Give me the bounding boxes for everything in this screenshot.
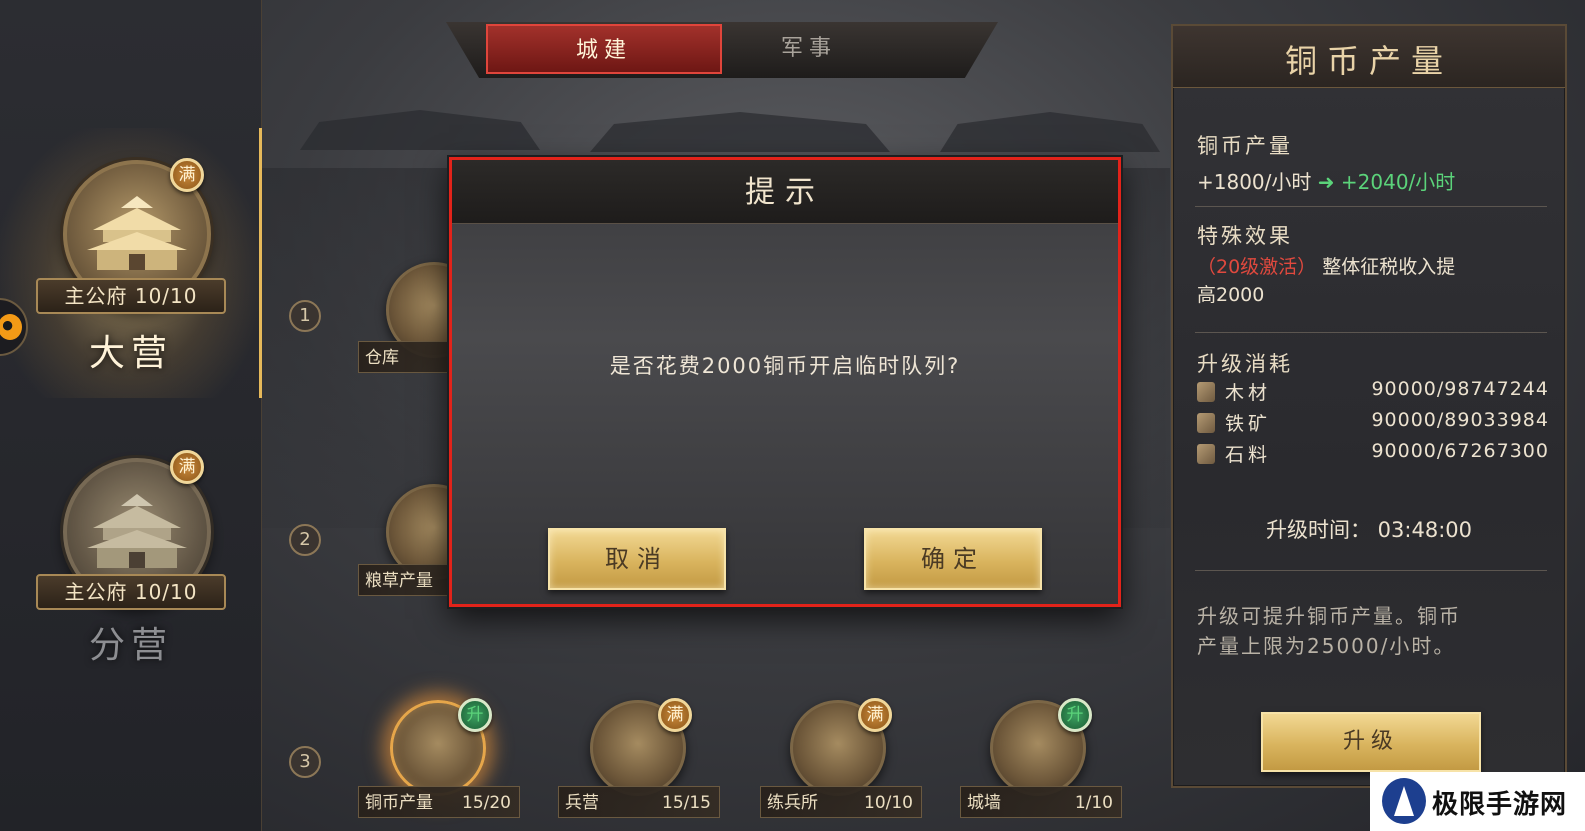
cost-row-iron: 铁矿 90000/89033984 (1197, 409, 1549, 437)
building-label: 仓库 (358, 341, 452, 373)
building-label: 城墙 1/10 (960, 786, 1122, 818)
upgrade-badge: 升 (1058, 698, 1092, 732)
camp-name: 大营 (88, 333, 173, 374)
camp-main[interactable]: 满 主公府 10/10 大营 (0, 128, 262, 398)
panel-description-line1: 升级可提升铜币产量。铜币 (1197, 604, 1461, 628)
site-watermark: 极限手游网 (1370, 772, 1585, 831)
building-name: 粮草产量 (365, 571, 433, 591)
panel-title: 铜币产量 (1284, 42, 1453, 80)
tab-city-building[interactable]: 城建 (486, 24, 722, 74)
building-name: 城墙 (967, 793, 1001, 813)
cost-name: 石料 (1225, 444, 1272, 466)
production-next: +2040/小时 (1340, 170, 1456, 194)
dialog-title: 提示 (745, 175, 825, 210)
upgrade-time-value: 03:48:00 (1377, 518, 1472, 542)
tab-military[interactable]: 军事 (724, 24, 894, 74)
cost-amount: 90000/89033984 (1371, 409, 1549, 431)
stone-icon (1197, 444, 1215, 464)
camp-sidebar: 满 主公府 10/10 大营 满 主公府 10/10 分营 (0, 0, 262, 831)
camp-sub[interactable]: 满 主公府 10/10 分营 (0, 440, 262, 710)
camp-level-label: 主公府 10/10 (36, 574, 226, 610)
special-activate: （20级激活） (1197, 256, 1317, 278)
camp-name: 分营 (88, 625, 173, 666)
confirm-button[interactable]: 确定 (864, 528, 1042, 590)
max-level-badge: 满 (858, 698, 892, 732)
production-current: +1800/小时 (1197, 170, 1312, 194)
background-roof (300, 110, 540, 150)
camp-level-label: 主公府 10/10 (36, 278, 226, 314)
building-name: 铜币产量 (365, 793, 433, 813)
palace-icon (87, 494, 187, 568)
background-roof (590, 112, 890, 152)
building-level: 15/15 (662, 793, 711, 813)
building-label: 练兵所 10/10 (760, 786, 922, 818)
production-label: 铜币产量 (1197, 134, 1293, 158)
special-effect-label: 特殊效果 (1197, 224, 1293, 248)
max-level-badge: 满 (170, 158, 204, 192)
divider (1195, 570, 1547, 571)
cost-name: 铁矿 (1225, 413, 1272, 435)
building-level: 1/10 (1074, 793, 1113, 813)
building-level: 10/10 (864, 793, 913, 813)
upgrade-badge: 升 (458, 698, 492, 732)
special-desc-line1: 整体征税收入提 (1322, 256, 1456, 278)
building-name: 仓库 (365, 348, 399, 368)
building-name: 兵营 (565, 793, 599, 813)
max-level-badge: 满 (658, 698, 692, 732)
iron-icon (1197, 413, 1215, 433)
watermark-logo-icon (1382, 778, 1426, 824)
building-label: 粮草产量 (358, 564, 452, 596)
cost-amount: 90000/98747244 (1371, 378, 1549, 400)
confirm-dialog: 提示 是否花费2000铜币开启临时队列? 取消 确定 (449, 157, 1121, 607)
special-desc-line2: 高2000 (1197, 284, 1265, 306)
divider (1195, 206, 1547, 207)
upgrade-cost-label: 升级消耗 (1197, 352, 1293, 376)
upgrade-time-label: 升级时间： (1265, 518, 1371, 542)
building-level: 15/20 (462, 793, 511, 813)
building-label: 兵营 15/15 (558, 786, 720, 818)
cost-row-wood: 木材 90000/98747244 (1197, 378, 1549, 406)
eye-icon (0, 314, 22, 340)
building-name: 练兵所 (767, 793, 818, 813)
wood-icon (1197, 382, 1215, 402)
special-effect-desc: （20级激活） 整体征税收入提 (1197, 252, 1455, 279)
divider (1195, 332, 1547, 333)
row-number: 2 (289, 524, 321, 556)
cost-name: 木材 (1225, 382, 1272, 404)
upgrade-button[interactable]: 升级 (1261, 712, 1481, 772)
watermark-text: 极限手游网 (1432, 790, 1568, 820)
upgrade-time: 升级时间： 03:48:00 (1173, 514, 1565, 544)
row-number: 1 (289, 300, 321, 332)
production-values: +1800/小时 ➜ +2040/小时 (1197, 166, 1455, 195)
arrow-right-icon: ➜ (1317, 170, 1341, 194)
cost-amount: 90000/67267300 (1371, 440, 1549, 462)
palace-icon (87, 196, 187, 270)
background-roof (940, 112, 1160, 152)
dialog-message: 是否花费2000铜币开启临时队列? (609, 354, 961, 378)
cost-row-stone: 石料 90000/67267300 (1197, 440, 1549, 468)
building-label: 铜币产量 15/20 (358, 786, 520, 818)
row-number: 3 (289, 746, 321, 778)
cancel-button[interactable]: 取消 (548, 528, 726, 590)
max-level-badge: 满 (170, 450, 204, 484)
top-tab-bar: 城建 军事 (446, 22, 998, 78)
panel-description-line2: 产量上限为25000/小时。 (1197, 634, 1456, 658)
building-info-panel: 铜币产量 铜币产量 +1800/小时 ➜ +2040/小时 特殊效果 （20级激… (1171, 24, 1567, 788)
